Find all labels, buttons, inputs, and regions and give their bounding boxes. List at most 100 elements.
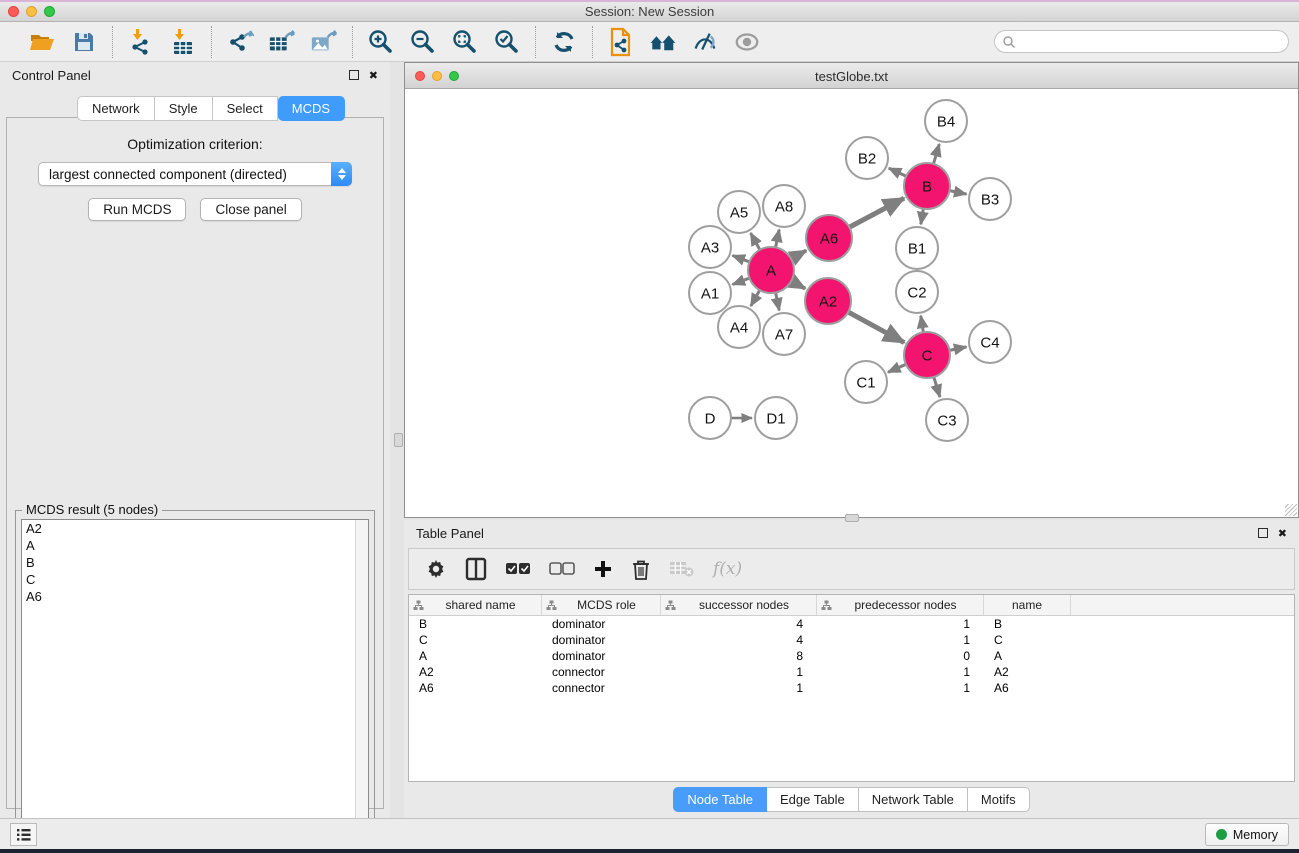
zoom-fit-icon[interactable] [451, 28, 479, 56]
graph-node-C[interactable]: C [904, 332, 950, 378]
graph-node-C2[interactable]: C2 [896, 271, 938, 313]
window-resize-grip[interactable] [1285, 504, 1297, 516]
result-list-item[interactable]: A2 [22, 520, 368, 537]
graph-node-A5[interactable]: A5 [718, 191, 760, 233]
result-list-scrollbar[interactable] [355, 520, 368, 840]
table-cell[interactable]: 8 [661, 649, 817, 663]
float-table-panel-icon[interactable] [1258, 528, 1268, 538]
save-session-icon[interactable] [70, 28, 98, 56]
table-cell[interactable]: C [409, 633, 542, 647]
result-list-item[interactable]: A6 [22, 588, 368, 605]
table-cell[interactable]: 1 [661, 681, 817, 695]
column-header-shared-name[interactable]: shared name [409, 595, 542, 615]
graph-node-D1[interactable]: D1 [755, 397, 797, 439]
search-input[interactable] [1016, 33, 1288, 51]
function-builder-icon[interactable]: f(x) [713, 556, 742, 582]
open-file-icon[interactable] [28, 28, 56, 56]
table-cell[interactable]: connector [542, 665, 661, 679]
export-network-icon[interactable] [226, 28, 254, 56]
table-cell[interactable]: A [984, 649, 1071, 663]
optimization-criterion-dropdown[interactable]: largest connected component (directed) [38, 162, 352, 186]
search-field[interactable] [994, 30, 1289, 53]
export-image-icon[interactable] [310, 28, 338, 56]
float-panel-icon[interactable] [349, 70, 359, 80]
table-row[interactable]: A6connector11A6 [409, 680, 1294, 696]
table-cell[interactable]: 1 [817, 681, 984, 695]
graph-node-A4[interactable]: A4 [718, 306, 760, 348]
table-settings-icon[interactable] [425, 556, 447, 582]
import-network-icon[interactable] [127, 28, 155, 56]
column-header-predecessor-nodes[interactable]: predecessor nodes [817, 595, 984, 615]
table-row[interactable]: A2connector11A2 [409, 664, 1294, 680]
zoom-selected-icon[interactable] [493, 28, 521, 56]
column-header-name[interactable]: name [984, 595, 1071, 615]
graph-node-B2[interactable]: B2 [846, 137, 888, 179]
run-mcds-button[interactable]: Run MCDS [88, 198, 186, 221]
table-cell[interactable]: 0 [817, 649, 984, 663]
close-panel-button[interactable]: Close panel [200, 198, 301, 221]
close-table-panel-icon[interactable]: ✖ [1278, 527, 1287, 540]
graph-node-D[interactable]: D [689, 397, 731, 439]
horizontal-splitter-grip[interactable] [845, 514, 859, 522]
tab-style[interactable]: Style [155, 96, 213, 121]
select-all-columns-icon[interactable] [505, 556, 531, 582]
table-cell[interactable]: dominator [542, 617, 661, 631]
zoom-in-icon[interactable] [367, 28, 395, 56]
unselect-all-columns-icon[interactable] [549, 556, 575, 582]
memory-button[interactable]: Memory [1205, 823, 1289, 846]
table-cell[interactable]: 1 [661, 665, 817, 679]
result-list-item[interactable]: B [22, 554, 368, 571]
column-header-successor-nodes[interactable]: successor nodes [661, 595, 817, 615]
result-list-item[interactable]: A [22, 537, 368, 554]
import-table-icon[interactable] [169, 28, 197, 56]
table-row[interactable]: Bdominator41B [409, 616, 1294, 632]
graph-node-A8[interactable]: A8 [763, 185, 805, 227]
result-list-item[interactable]: C [22, 571, 368, 588]
graph-node-A1[interactable]: A1 [689, 272, 731, 314]
refresh-icon[interactable] [550, 28, 578, 56]
tab-node-table[interactable]: Node Table [673, 787, 767, 812]
table-row[interactable]: Adominator80A [409, 648, 1294, 664]
graph-node-A[interactable]: A [748, 247, 794, 293]
table-cell[interactable]: A6 [984, 681, 1071, 695]
table-cell[interactable]: B [409, 617, 542, 631]
table-cell[interactable]: dominator [542, 633, 661, 647]
graph-node-A6[interactable]: A6 [806, 215, 852, 261]
mcds-result-list[interactable]: A2ABCA6 [21, 519, 369, 841]
tab-mcds[interactable]: MCDS [278, 96, 345, 121]
delete-table-icon[interactable] [669, 556, 695, 582]
table-cell[interactable]: 4 [661, 633, 817, 647]
table-cell[interactable]: B [984, 617, 1071, 631]
table-cell[interactable]: 1 [817, 665, 984, 679]
graph-node-C3[interactable]: C3 [926, 399, 968, 441]
table-row[interactable]: Cdominator41C [409, 632, 1294, 648]
table-cell[interactable]: A6 [409, 681, 542, 695]
graph-node-A3[interactable]: A3 [689, 226, 731, 268]
table-cell[interactable]: 1 [817, 633, 984, 647]
graph-node-B1[interactable]: B1 [896, 227, 938, 269]
vertical-splitter-grip[interactable] [394, 433, 403, 447]
export-table-icon[interactable] [268, 28, 296, 56]
column-header-MCDS-role[interactable]: MCDS role [542, 595, 661, 615]
graph-node-A2[interactable]: A2 [805, 278, 851, 324]
new-network-from-selection-icon[interactable] [607, 28, 635, 56]
delete-column-icon[interactable] [631, 556, 651, 582]
tab-network-table[interactable]: Network Table [859, 787, 968, 812]
tab-network[interactable]: Network [77, 96, 155, 121]
graph-node-B4[interactable]: B4 [925, 100, 967, 142]
table-cell[interactable]: 4 [661, 617, 817, 631]
close-panel-icon[interactable]: ✖ [369, 69, 378, 82]
zoom-out-icon[interactable] [409, 28, 437, 56]
network-canvas[interactable]: B4B2BB3A5A8A6A3B1AA1C2A2A4A7C4CC1C3DD1 [405, 89, 1298, 517]
show-graphics-details-icon[interactable] [733, 28, 761, 56]
table-cell[interactable]: dominator [542, 649, 661, 663]
first-neighbors-icon[interactable] [649, 28, 677, 56]
hide-graphics-details-icon[interactable] [691, 28, 719, 56]
table-cell[interactable]: A [409, 649, 542, 663]
tab-motifs[interactable]: Motifs [968, 787, 1030, 812]
table-cell[interactable]: connector [542, 681, 661, 695]
add-column-icon[interactable] [593, 556, 613, 582]
graph-node-B[interactable]: B [904, 163, 950, 209]
tab-edge-table[interactable]: Edge Table [767, 787, 859, 812]
table-cell[interactable]: A2 [984, 665, 1071, 679]
